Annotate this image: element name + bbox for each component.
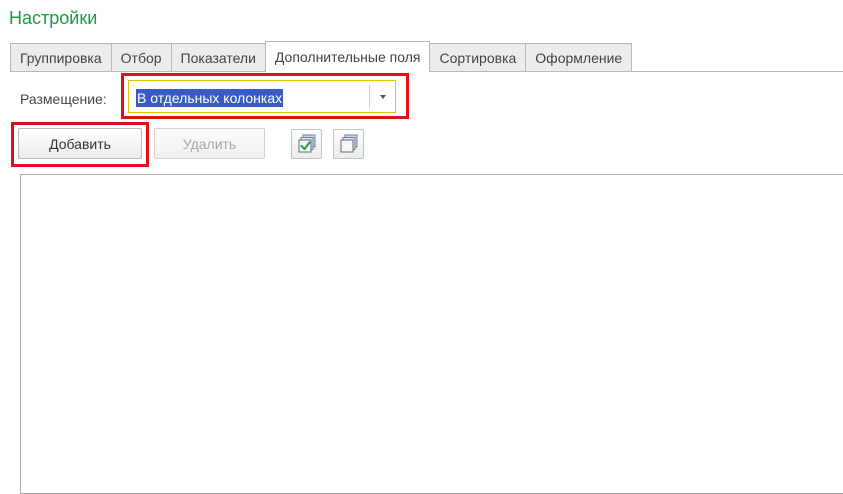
delete-button[interactable]: Удалить bbox=[154, 128, 265, 159]
placement-label: Размещение: bbox=[20, 91, 107, 107]
page-title: Настройки bbox=[9, 8, 98, 28]
tab-filter[interactable]: Отбор bbox=[110, 43, 172, 71]
check-all-button[interactable] bbox=[291, 129, 322, 159]
placement-select-value[interactable]: В отдельных колонках bbox=[136, 89, 284, 107]
tab-grouping[interactable]: Группировка bbox=[10, 43, 112, 71]
check-all-icon bbox=[298, 134, 315, 153]
combo-divider bbox=[369, 85, 370, 108]
tab-sorting[interactable]: Сортировка bbox=[429, 43, 527, 71]
placement-select[interactable]: В отдельных колонках bbox=[128, 80, 396, 113]
additional-fields-list[interactable] bbox=[20, 174, 843, 494]
dropdown-arrow-button[interactable] bbox=[371, 81, 395, 112]
chevron-down-icon bbox=[380, 94, 386, 99]
tab-additional-fields[interactable]: Дополнительные поля bbox=[264, 41, 431, 72]
tab-indicators[interactable]: Показатели bbox=[170, 43, 266, 71]
tab-bar: Группировка Отбор Показатели Дополнитель… bbox=[10, 41, 843, 72]
uncheck-all-button[interactable] bbox=[333, 129, 364, 159]
tab-appearance[interactable]: Оформление bbox=[525, 43, 633, 71]
add-button[interactable]: Добавить bbox=[18, 128, 142, 159]
uncheck-all-icon bbox=[340, 134, 357, 153]
